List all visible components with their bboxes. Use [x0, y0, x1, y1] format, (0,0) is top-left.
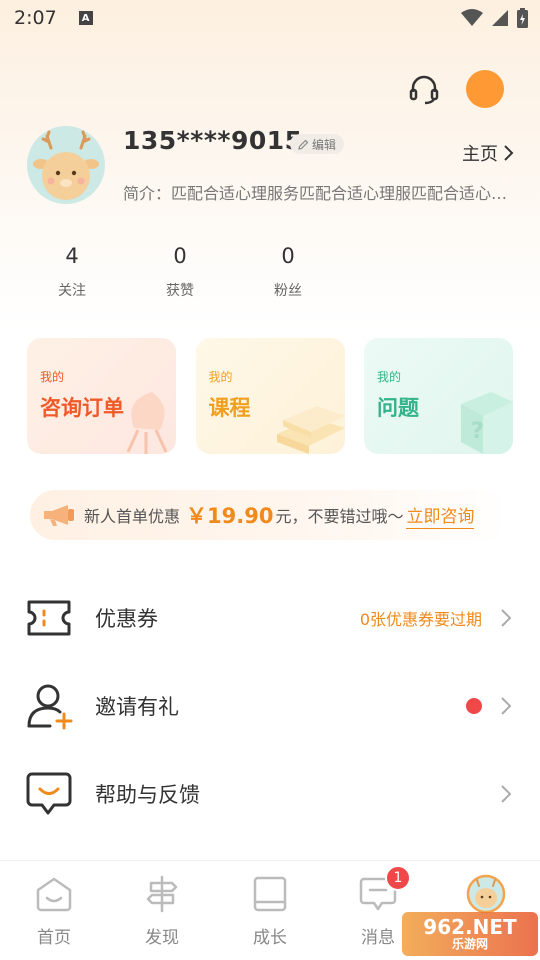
promo-text-after: 元，不要错过哦～: [275, 507, 404, 526]
svg-text:?: ?: [471, 419, 484, 444]
chevron-right-icon: [501, 609, 512, 627]
feedback-chat-icon: [26, 772, 72, 815]
status-indicators: [461, 8, 528, 28]
avatar[interactable]: [27, 126, 105, 204]
header-actions: [408, 70, 504, 108]
stat-value: 0: [173, 244, 187, 268]
deer-avatar-icon: [33, 130, 99, 200]
edit-label: 编辑: [312, 137, 337, 152]
tab-growth[interactable]: 成长: [216, 861, 324, 960]
promo-price: ￥19.90: [186, 504, 274, 528]
user-bio: 简介：匹配合适心理服务匹配合适心理服匹配合适心理服务: [123, 184, 523, 203]
tab-label: 消息: [361, 928, 395, 948]
menu-item-invite[interactable]: 邀请有礼: [0, 676, 540, 736]
stat-fans[interactable]: 0 粉丝: [234, 244, 342, 300]
homepage-link[interactable]: 主页: [462, 140, 514, 166]
invite-user-icon: [27, 684, 73, 730]
question-box-icon: ?: [461, 392, 513, 454]
user-phone: 135****9015: [123, 126, 303, 155]
card-questions[interactable]: 我的 问题 ?: [364, 338, 513, 454]
new-user-promo-banner[interactable]: 新人首单优惠 ￥19.90 元，不要错过哦～ 立即咨询: [30, 490, 510, 540]
chair-icon: [126, 392, 168, 454]
chevron-right-icon: [501, 785, 512, 803]
stat-label: 获赞: [166, 283, 194, 299]
coupon-expiry-note: 0张优惠券要过期: [359, 610, 482, 629]
home-icon: [36, 877, 72, 912]
stats-row: 4 关注 0 获赞 0 粉丝: [0, 244, 360, 300]
stat-likes[interactable]: 0 获赞: [126, 244, 234, 300]
menu-item-coupons[interactable]: 优惠券 0张优惠券要过期: [0, 588, 540, 648]
stat-value: 4: [65, 244, 79, 268]
card-courses[interactable]: 我的 课程: [195, 338, 345, 454]
tab-home[interactable]: 首页: [0, 861, 108, 960]
promo-text: 新人首单优惠: [84, 507, 181, 526]
card-subtitle: 我的: [40, 370, 65, 384]
stat-label: 粉丝: [274, 283, 302, 299]
stat-label: 关注: [58, 283, 86, 299]
signal-icon: [492, 10, 508, 26]
tab-discover[interactable]: 发现: [108, 861, 216, 960]
menu-label: 优惠券: [95, 607, 158, 631]
wifi-icon: [461, 9, 483, 26]
pencil-icon: [298, 139, 309, 150]
feature-cards: 我的 咨询订单 我的 课程 我的 问题 ?: [27, 338, 513, 454]
tab-label: 发现: [145, 928, 179, 948]
status-bar: 2:07 A: [0, 0, 540, 36]
tab-label: 成长: [253, 928, 287, 948]
settings-button[interactable]: [466, 70, 504, 108]
new-indicator-dot: [466, 698, 482, 714]
stat-value: 0: [281, 244, 295, 268]
chevron-right-icon: [501, 697, 512, 715]
card-subtitle: 我的: [377, 370, 402, 384]
profile-avatar-icon: [466, 874, 506, 914]
menu-label: 帮助与反馈: [95, 783, 200, 807]
menu-item-help-feedback[interactable]: 帮助与反馈: [0, 764, 540, 824]
watermark-line1: 962.NET: [423, 915, 517, 939]
consult-now-link[interactable]: 立即咨询: [406, 502, 475, 529]
notification-a-icon: A: [78, 11, 93, 25]
ticket-icon: [27, 600, 71, 636]
books-icon: [276, 406, 345, 454]
chevron-right-icon: [504, 145, 514, 161]
battery-icon: [517, 8, 528, 28]
headset-icon[interactable]: [408, 73, 440, 105]
edit-profile-button[interactable]: 编辑: [290, 134, 345, 154]
status-time: 2:07: [14, 7, 57, 29]
book-icon: [253, 876, 287, 912]
site-watermark: 962.NET 乐游网: [402, 912, 538, 956]
stat-following[interactable]: 4 关注: [18, 244, 126, 300]
megaphone-icon: [44, 505, 74, 526]
card-consult-orders[interactable]: 我的 咨询订单: [27, 338, 176, 454]
card-title: 课程: [208, 396, 251, 420]
tab-label: 首页: [37, 928, 71, 948]
signpost-icon: [146, 875, 178, 913]
card-title: 咨询订单: [40, 396, 124, 420]
card-subtitle: 我的: [208, 370, 233, 384]
menu-label: 邀请有礼: [95, 695, 179, 719]
card-title: 问题: [377, 396, 419, 420]
homepage-label: 主页: [462, 144, 498, 165]
watermark-line2: 乐游网: [451, 937, 488, 951]
unread-count-badge: 1: [385, 865, 411, 891]
